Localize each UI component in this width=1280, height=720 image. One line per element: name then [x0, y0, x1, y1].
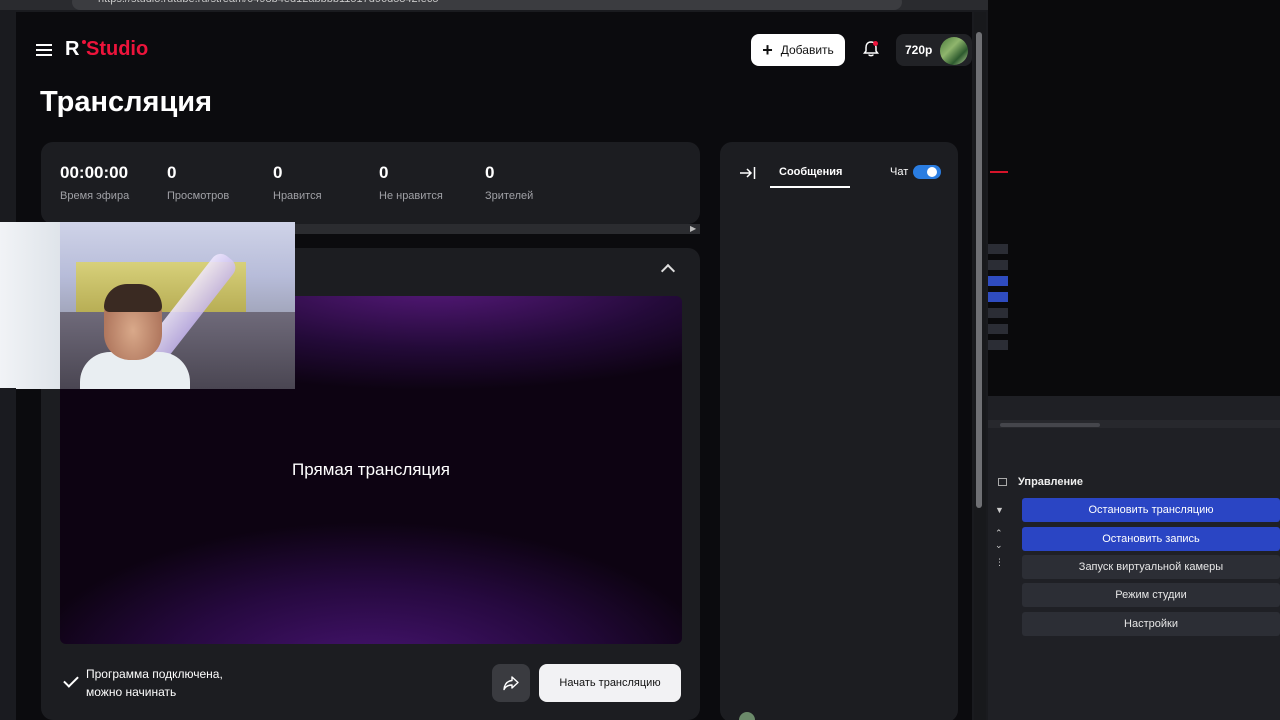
obs-list-row[interactable] — [988, 244, 1008, 254]
more-options-icon[interactable]: ⋮ — [995, 557, 1004, 568]
obs-list-row[interactable] — [988, 324, 1008, 334]
obs-controls-title: Управление — [1018, 476, 1084, 488]
tab-messages[interactable]: Сообщения — [779, 166, 842, 178]
page-title: Трансляция — [40, 86, 213, 118]
share-button[interactable] — [492, 664, 530, 702]
connection-status: Программа подключена, можно начинать — [86, 665, 266, 701]
stat-views-value: 0 — [167, 163, 177, 182]
add-button-label: Добавить — [780, 43, 834, 57]
studio-mode-button[interactable]: Режим студии — [1022, 583, 1280, 607]
tab-underline — [770, 186, 850, 188]
bell-icon[interactable] — [862, 40, 880, 58]
cam-person-hair — [104, 284, 162, 312]
menu-icon[interactable] — [36, 44, 52, 56]
stat-airtime-label: Время эфира — [60, 190, 130, 202]
chat-toggle-knob — [927, 167, 937, 177]
logo-r[interactable]: R — [65, 38, 79, 61]
stop-streaming-button[interactable]: Остановить трансляцию — [1022, 498, 1280, 522]
stat-viewers-label: Зрителей — [485, 190, 534, 202]
stop-recording-button[interactable]: Остановить запись — [1022, 527, 1280, 551]
stat-viewers-value: 0 — [485, 163, 495, 182]
stat-dislikes-value: 0 — [379, 163, 389, 182]
obs-preview-area — [988, 0, 1280, 396]
connection-status-line2: можно начинать — [86, 685, 177, 699]
stat-dislikes-label: Не нравится — [379, 190, 443, 202]
obs-list-row[interactable] — [988, 260, 1008, 270]
collapse-panel-icon[interactable] — [739, 165, 757, 181]
stats-card — [41, 142, 700, 224]
plus-icon: + — [762, 40, 773, 60]
cam-window-bg — [0, 222, 60, 389]
scroll-right-icon[interactable]: ▶ — [690, 224, 696, 233]
webcam-overlay — [0, 222, 295, 389]
obs-red-marker — [990, 171, 1008, 173]
stat-airtime-value: 00:00:00 — [60, 163, 129, 182]
add-button[interactable]: + Добавить — [751, 34, 845, 66]
quality-label: 720p — [905, 43, 933, 57]
obs-list-row[interactable] — [988, 340, 1008, 350]
logo-studio[interactable]: Studio — [86, 38, 148, 61]
share-icon — [503, 676, 519, 691]
start-virtual-camera-button[interactable]: Запуск виртуальной камеры — [1022, 555, 1280, 579]
move-up-icon[interactable]: ⌃ — [995, 528, 1003, 539]
settings-button[interactable]: Настройки — [1022, 612, 1280, 636]
obs-hscroll-thumb[interactable] — [1000, 423, 1100, 427]
page-scrollbar-thumb[interactable] — [976, 32, 982, 508]
obs-left-strip — [0, 388, 16, 720]
start-stream-button[interactable]: Начать трансляцию — [539, 664, 681, 702]
chat-panel — [720, 142, 958, 720]
dropdown-arrow-icon[interactable]: ▼ — [995, 505, 1004, 515]
move-down-icon[interactable]: ⌄ — [995, 540, 1003, 551]
dock-float-icon[interactable] — [998, 478, 1007, 486]
avatar[interactable] — [940, 37, 968, 65]
stat-likes-value: 0 — [273, 163, 283, 182]
stat-views-label: Просмотров — [167, 190, 230, 202]
obs-list-row-active[interactable] — [988, 292, 1008, 302]
connection-status-line1: Программа подключена, — [86, 667, 223, 681]
obs-list-row-active[interactable] — [988, 276, 1008, 286]
preview-caption: Прямая трансляция — [292, 460, 450, 479]
stat-likes-label: Нравится — [273, 190, 322, 202]
chat-toggle-label: Чат — [890, 166, 909, 178]
address-bar[interactable]: https://studio.rutube.ru/stream/0498b4ed… — [72, 0, 902, 10]
obs-list-row[interactable] — [988, 308, 1008, 318]
